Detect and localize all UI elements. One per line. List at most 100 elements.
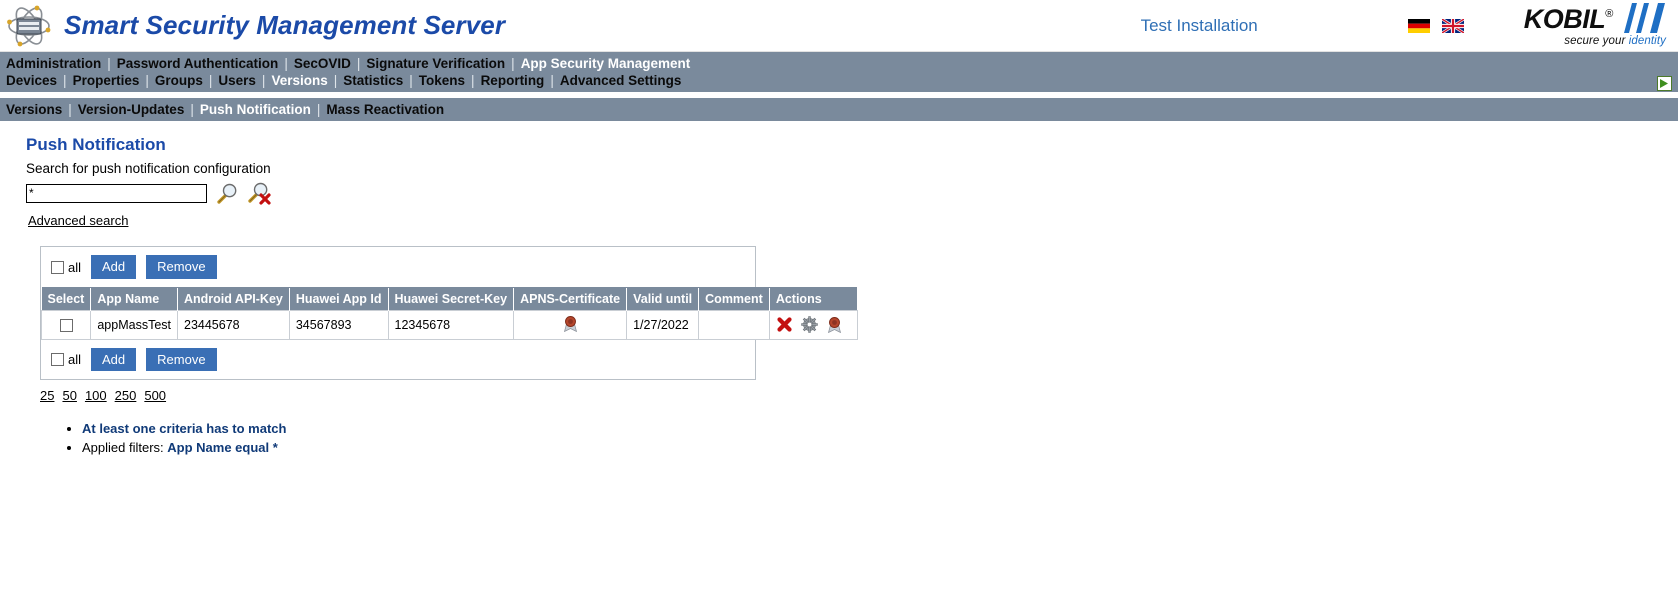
subnav-item-push-notification[interactable]: Push Notification: [200, 102, 311, 117]
search-input[interactable]: [26, 183, 207, 203]
table-body: appMassTest 23445678 34567893 12345678 1/27/…: [40, 309, 858, 340]
page-size-500[interactable]: 500: [144, 388, 166, 403]
page-size-selector[interactable]: 25 50 100 250 500: [40, 388, 1678, 403]
toolbar-bottom: all Add Remove: [41, 340, 755, 380]
select-all-bottom[interactable]: all: [51, 351, 81, 367]
message-item: At least one criteria has to match: [82, 421, 1678, 436]
cell-valid-until: 1/27/2022: [626, 309, 700, 340]
nav-item-groups[interactable]: Groups: [155, 73, 203, 88]
subnav-item-versions[interactable]: Versions: [6, 102, 62, 117]
table-header-row: Select App Name Android API-Key Huawei App …: [41, 286, 858, 311]
nav-item-tokens[interactable]: Tokens: [419, 73, 465, 88]
table-row: appMassTest 23445678 34567893 12345678 1/27/…: [40, 309, 858, 340]
page-size-25[interactable]: 25: [40, 388, 54, 403]
message-text: At least one criteria has to match: [82, 421, 287, 437]
column-header-apns-certificate: APNS-Certificate: [513, 286, 627, 311]
select-all-checkbox-bottom[interactable]: [51, 353, 64, 367]
nav-separator: |: [261, 73, 266, 88]
remove-button-bottom[interactable]: Remove: [146, 347, 217, 372]
cell-apns-certificate[interactable]: [513, 309, 628, 340]
row-select-cell[interactable]: [40, 309, 92, 340]
column-header-app-name: App Name: [90, 286, 178, 311]
nav-item-signature-verification[interactable]: Signature Verification: [366, 56, 505, 71]
select-all-checkbox[interactable]: [51, 260, 64, 274]
app-title: Smart Security Management Server: [64, 10, 506, 40]
push-notification-table: Select App Name Android API-Key Huawei App …: [40, 286, 858, 340]
subnav-item-mass-reactivation[interactable]: Mass Reactivation: [326, 102, 444, 117]
select-all-label: all: [68, 259, 82, 275]
nav-item-advanced-settings[interactable]: Advanced Settings: [560, 73, 682, 88]
vendor-tagline-1: secure your: [1564, 35, 1626, 48]
nav-item-versions[interactable]: Versions: [271, 73, 327, 88]
language-selector[interactable]: [1407, 18, 1464, 33]
cell-actions: [768, 309, 858, 340]
nav-separator: |: [107, 56, 111, 71]
vendor-name: KOBIL: [1523, 3, 1606, 34]
nav-item-devices[interactable]: Devices: [6, 73, 57, 88]
cell-app-name: appMassTest: [90, 309, 178, 340]
message-item: Applied filters: App Name equal *: [82, 440, 1678, 455]
nav-item-statistics[interactable]: Statistics: [343, 73, 403, 88]
select-all-label-bottom: all: [68, 352, 82, 368]
nav-separator: |: [511, 56, 515, 71]
nav-separator: |: [145, 73, 149, 88]
nav-separator: |: [550, 73, 554, 88]
message-prefix: Applied filters:: [82, 440, 168, 456]
cell-huawei-secret-key: 12345678: [387, 309, 515, 340]
atom-server-icon: [6, 4, 52, 48]
delete-icon[interactable]: [776, 316, 793, 333]
nav-item-properties[interactable]: Properties: [73, 73, 140, 88]
nav-separator: |: [333, 73, 338, 88]
remove-button-top[interactable]: Remove: [146, 255, 217, 279]
certificate-seal-icon[interactable]: [826, 316, 843, 334]
nav-item-reporting[interactable]: Reporting: [481, 73, 545, 88]
flag-en-icon[interactable]: [1441, 18, 1464, 33]
installation-label: Test Installation: [1140, 15, 1258, 35]
messages-panel: At least one criteria has to match Applie…: [62, 421, 1678, 455]
nav-item-secovid[interactable]: SecOVID: [294, 56, 351, 71]
cell-android-api-key: 23445678: [177, 309, 290, 340]
primary-navigation[interactable]: Administration | Password Authentication | S…: [0, 52, 1678, 72]
flag-de-icon[interactable]: [1407, 18, 1430, 33]
column-header-comment: Comment: [698, 286, 770, 311]
logout-icon[interactable]: [1657, 76, 1672, 91]
nav-separator: |: [409, 73, 413, 88]
cell-huawei-app-id: 34567893: [288, 309, 389, 340]
nav-item-users[interactable]: Users: [218, 73, 256, 88]
nav-separator: |: [68, 102, 72, 117]
page-size-250[interactable]: 250: [115, 388, 137, 403]
search-label: Search for push notification configurati…: [26, 161, 271, 176]
push-notification-table-block: all Add Remove Select App Name Android API…: [40, 246, 858, 381]
toolbar-top: all Add Remove: [41, 247, 755, 287]
add-button-bottom[interactable]: Add: [91, 347, 137, 372]
page-size-100[interactable]: 100: [85, 388, 107, 403]
magnifier-clear-icon[interactable]: [247, 181, 271, 205]
nav-item-app-security-management[interactable]: App Security Management: [521, 56, 691, 71]
nav-item-administration[interactable]: Administration: [6, 56, 101, 71]
settings-gear-icon[interactable]: [801, 316, 818, 333]
advanced-search-link[interactable]: Advanced search: [28, 213, 128, 228]
certificate-seal-icon[interactable]: [562, 315, 579, 335]
select-all-top[interactable]: all: [51, 259, 81, 275]
nav-separator: |: [316, 102, 321, 117]
column-header-huawei-secret-key: Huawei Secret-Key: [387, 286, 514, 311]
column-header-huawei-app-id: Huawei App Id: [288, 286, 389, 311]
tertiary-navigation[interactable]: Versions | Version-Updates | Push Notificati…: [0, 98, 1678, 121]
secondary-navigation[interactable]: Devices | Properties | Groups | Users | Versions…: [0, 72, 1678, 92]
page-size-50[interactable]: 50: [62, 388, 76, 403]
page-title: Push Notification: [26, 135, 166, 154]
vendor-bars-icon: [1620, 3, 1666, 35]
vendor-logo: KOBIL® secure your identity: [1524, 3, 1666, 48]
column-header-actions: Actions: [768, 286, 858, 311]
nav-separator: |: [471, 73, 475, 88]
page-header: Smart Security Management Server Test In…: [0, 0, 1678, 52]
row-select-checkbox[interactable]: [59, 318, 73, 332]
subnav-item-version-updates[interactable]: Version-Updates: [78, 102, 185, 117]
nav-separator: |: [284, 56, 288, 71]
vendor-tagline-2: identity: [1628, 35, 1666, 48]
cell-comment: [698, 309, 770, 340]
magnifier-icon[interactable]: [215, 181, 239, 205]
add-button-top[interactable]: Add: [91, 255, 137, 279]
nav-item-password-authentication[interactable]: Password Authentication: [117, 56, 279, 71]
column-header-valid-until: Valid until: [626, 286, 699, 311]
